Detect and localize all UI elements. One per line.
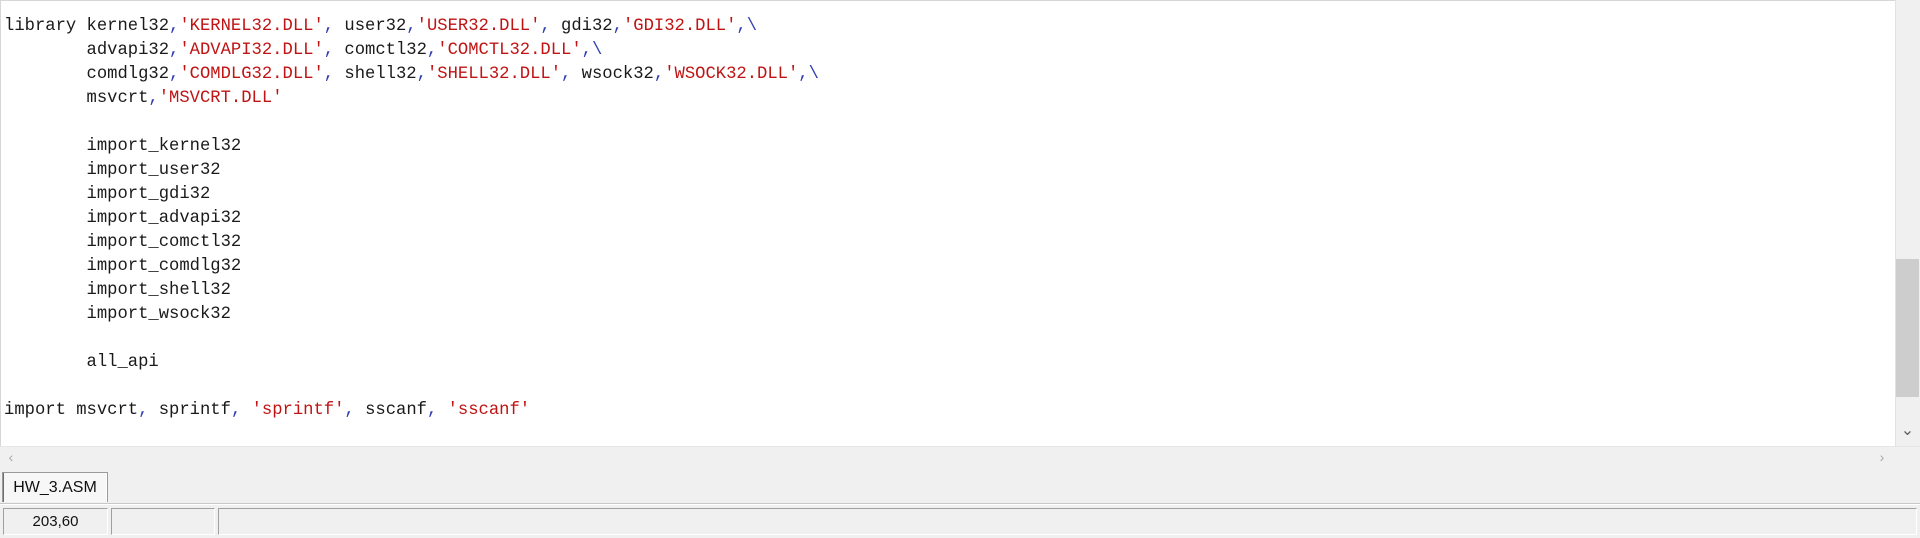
code-operator: ,: [323, 65, 335, 84]
code-editor[interactable]: library kernel32,'KERNEL32.DLL', user32,…: [0, 0, 1920, 446]
code-operator: ,\: [798, 65, 819, 84]
code-line[interactable]: [4, 111, 1894, 135]
status-cell-3: [218, 508, 1917, 535]
horizontal-scrollbar[interactable]: [0, 446, 1920, 468]
code-text-area[interactable]: library kernel32,'KERNEL32.DLL', user32,…: [4, 15, 1894, 425]
code-token: msvcrt: [4, 89, 149, 108]
code-operator: ,: [169, 41, 180, 60]
code-token: advapi32: [4, 41, 170, 60]
code-operator: ,: [323, 17, 335, 36]
code-line[interactable]: import_shell32: [4, 279, 1894, 303]
code-operator: ,\: [581, 41, 603, 60]
code-line[interactable]: advapi32,'ADVAPI32.DLL', comctl32,'COMCT…: [4, 39, 1894, 63]
code-token: import_gdi32: [4, 185, 211, 204]
code-operator: ,: [612, 17, 623, 36]
code-operator: ,: [148, 89, 159, 108]
code-string: 'USER32.DLL': [416, 17, 541, 36]
code-token: import_comdlg32: [4, 257, 242, 276]
code-operator: ,\: [736, 17, 758, 36]
file-tab-bar: [0, 468, 1920, 504]
code-operator: ,: [561, 65, 572, 84]
code-string: 'GDI32.DLL': [622, 17, 737, 36]
code-line[interactable]: import_advapi32: [4, 207, 1894, 231]
code-line[interactable]: import_wsock32: [4, 303, 1894, 327]
code-string: 'sscanf': [447, 401, 531, 420]
code-token: all_api: [4, 353, 159, 372]
code-string: 'WSOCK32.DLL': [664, 65, 799, 84]
code-token: wsock32: [571, 65, 654, 84]
code-line[interactable]: import_user32: [4, 159, 1894, 183]
code-token: library kernel32: [4, 17, 170, 36]
code-token: import_advapi32: [4, 209, 242, 228]
code-token: sprintf: [148, 401, 231, 420]
code-operator: ,: [406, 17, 417, 36]
code-token: comdlg32: [4, 65, 170, 84]
chevron-down-icon[interactable]: ⌄: [1896, 420, 1919, 442]
code-line[interactable]: import msvcrt, sprintf, 'sprintf', sscan…: [4, 399, 1894, 423]
code-operator: ,: [426, 401, 438, 420]
code-token: import_wsock32: [4, 305, 231, 324]
code-token: comctl32: [334, 41, 427, 60]
code-operator: ,: [169, 17, 180, 36]
code-string: 'MSVCRT.DLL': [158, 89, 283, 108]
code-string: 'COMCTL32.DLL': [437, 41, 582, 60]
code-line[interactable]: [4, 375, 1894, 399]
code-token: import_shell32: [4, 281, 231, 300]
code-string: 'ADVAPI32.DLL': [179, 41, 324, 60]
code-string: 'COMDLG32.DLL': [179, 65, 324, 84]
code-line[interactable]: import_gdi32: [4, 183, 1894, 207]
code-string: 'KERNEL32.DLL': [179, 17, 324, 36]
chevron-left-icon[interactable]: ‹: [0, 446, 22, 468]
code-line[interactable]: library kernel32,'KERNEL32.DLL', user32,…: [4, 15, 1894, 39]
code-operator: ,: [138, 401, 149, 420]
code-line[interactable]: msvcrt,'MSVCRT.DLL': [4, 87, 1894, 111]
code-token: import_kernel32: [4, 137, 242, 156]
code-line[interactable]: comdlg32,'COMDLG32.DLL', shell32,'SHELL3…: [4, 63, 1894, 87]
code-operator: ,: [230, 401, 242, 420]
code-token: sscanf: [354, 401, 427, 420]
code-operator: ,: [169, 65, 180, 84]
code-operator: ,: [426, 41, 438, 60]
code-operator: ,: [653, 65, 665, 84]
code-token: import_comctl32: [4, 233, 242, 252]
status-cell-2: [111, 508, 215, 535]
chevron-right-icon[interactable]: ›: [1871, 446, 1893, 468]
code-operator: ,: [323, 41, 335, 60]
code-line[interactable]: import_kernel32: [4, 135, 1894, 159]
code-string: 'SHELL32.DLL': [426, 65, 562, 84]
tab-hw3-asm[interactable]: HW_3.ASM: [2, 472, 108, 502]
cursor-position: 203,60: [3, 508, 108, 535]
code-line[interactable]: [4, 327, 1894, 351]
code-operator: ,: [344, 401, 355, 420]
code-token: user32: [334, 17, 407, 36]
code-string: 'sprintf': [251, 401, 345, 420]
code-operator: ,: [540, 17, 551, 36]
code-line[interactable]: all_api: [4, 351, 1894, 375]
code-token: import msvcrt: [4, 401, 139, 420]
code-token: shell32: [334, 65, 417, 84]
code-token: gdi32: [550, 17, 613, 36]
code-operator: ,: [416, 65, 427, 84]
vertical-scroll-thumb[interactable]: [1896, 259, 1919, 397]
code-line[interactable]: import_comctl32: [4, 231, 1894, 255]
code-token: import_user32: [4, 161, 221, 180]
code-line[interactable]: import_comdlg32: [4, 255, 1894, 279]
